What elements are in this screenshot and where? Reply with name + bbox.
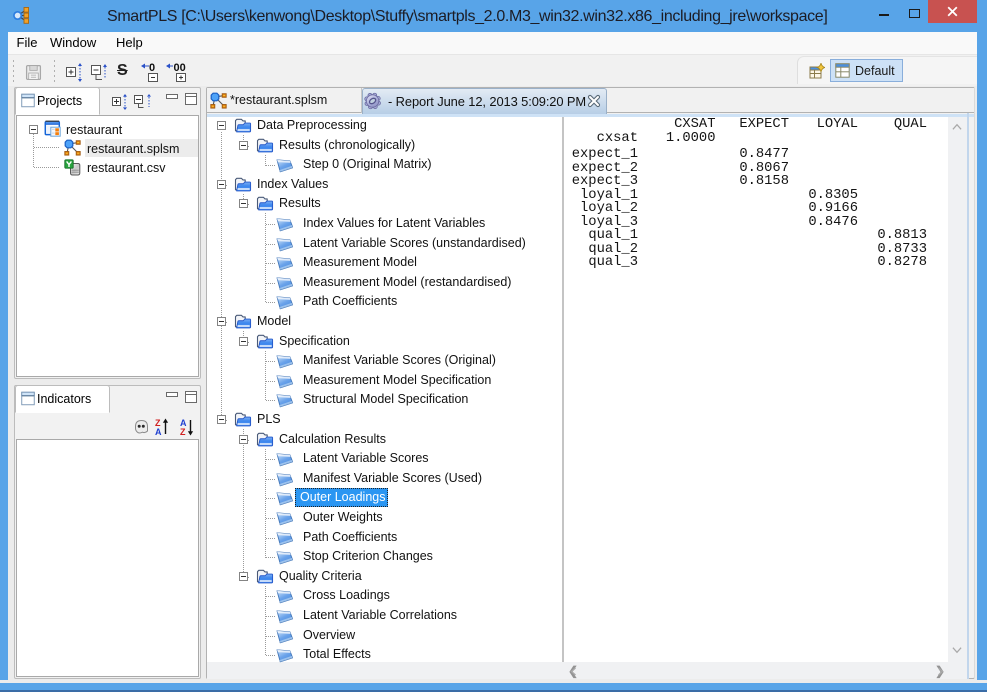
svg-text:0: 0: [149, 62, 155, 74]
svg-text:A: A: [155, 427, 162, 436]
svg-text:00: 00: [174, 62, 186, 74]
svg-text:Z: Z: [180, 427, 186, 436]
